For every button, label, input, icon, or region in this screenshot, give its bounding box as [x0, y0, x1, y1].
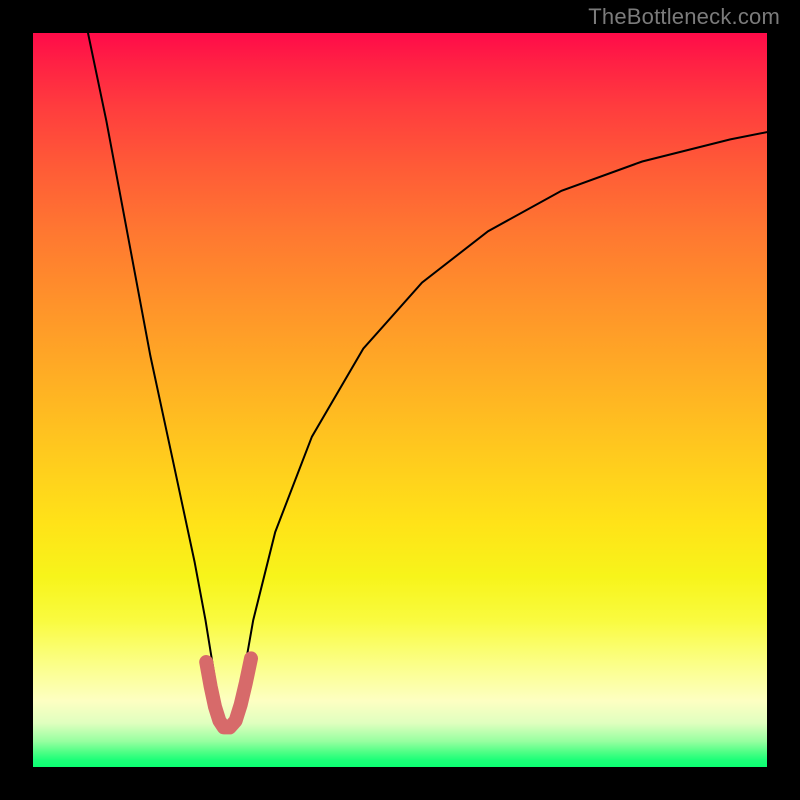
- minimum-overlay: [206, 658, 251, 727]
- bottleneck-curve: [88, 33, 767, 728]
- watermark-text: TheBottleneck.com: [588, 4, 780, 30]
- chart-frame: TheBottleneck.com: [0, 0, 800, 800]
- curve-layer: [33, 33, 767, 767]
- plot-area: [33, 33, 767, 767]
